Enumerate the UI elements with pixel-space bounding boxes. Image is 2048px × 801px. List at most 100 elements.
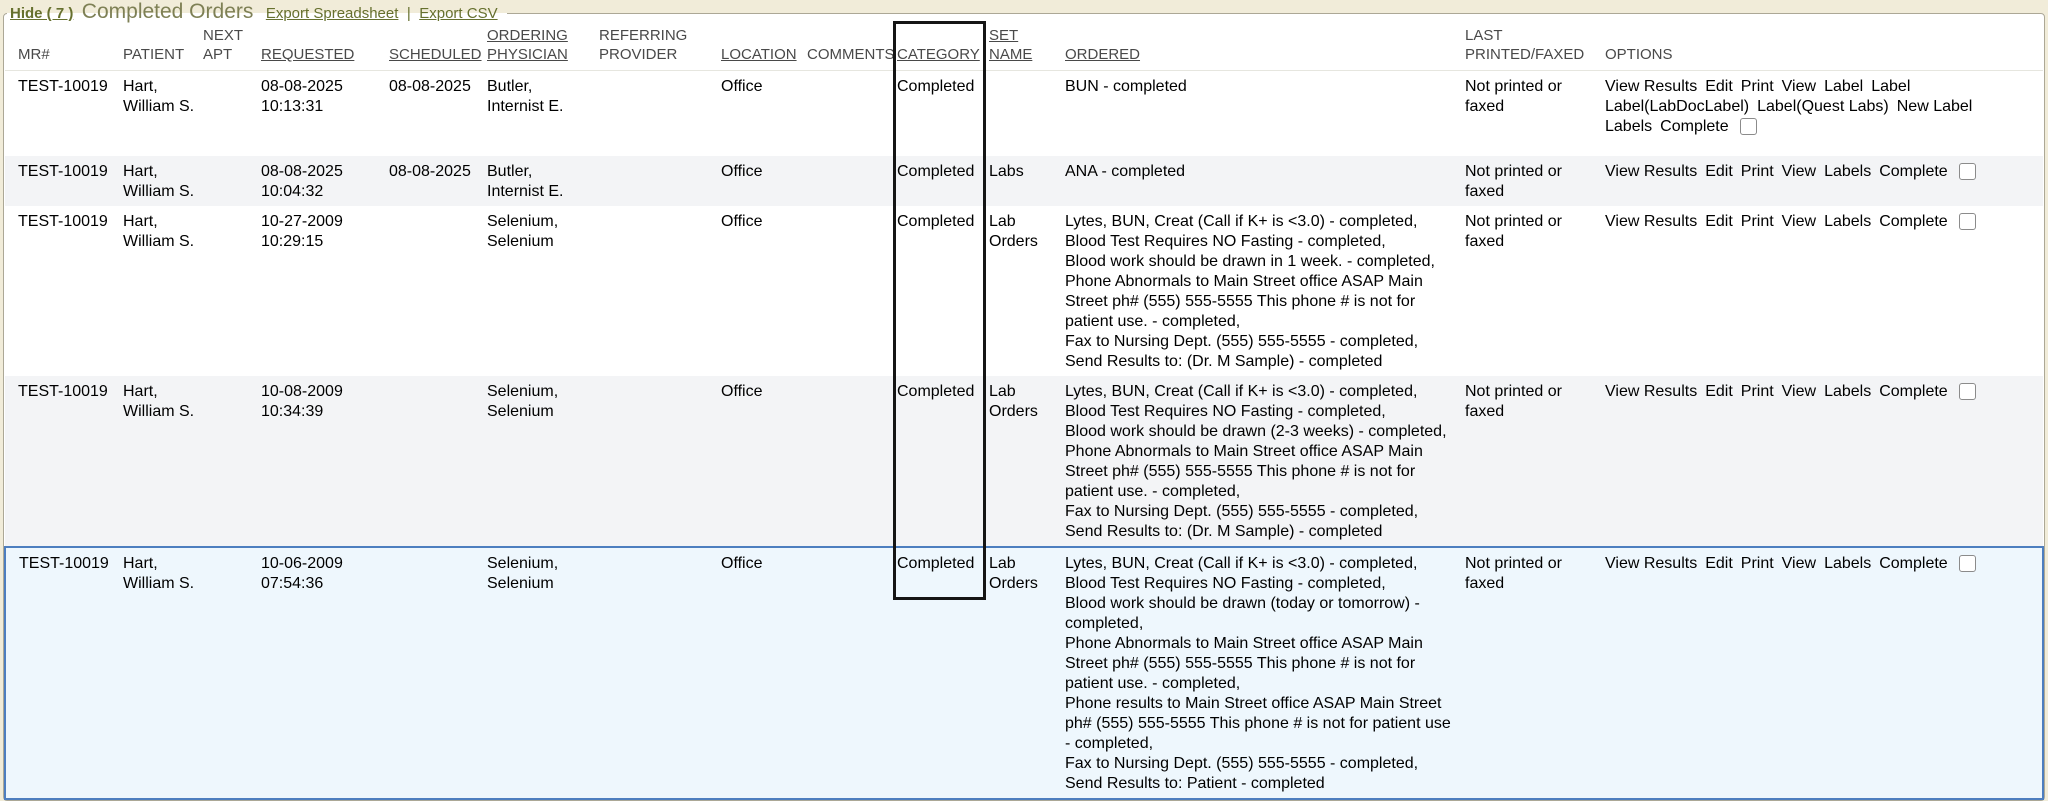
cell-comments xyxy=(807,206,897,376)
cell-ordering-physician: Butler, Internist E. xyxy=(487,156,599,206)
label-labdoclabel-link[interactable]: Label(LabDocLabel) xyxy=(1605,97,1749,117)
print-link[interactable]: Print xyxy=(1741,382,1774,402)
complete-checkbox[interactable] xyxy=(1959,383,1976,400)
cell-scheduled xyxy=(389,376,487,547)
cell-requested: 10-27-2009 10:29:15 xyxy=(261,206,389,376)
labels-link[interactable]: Labels xyxy=(1605,117,1652,137)
cell-next-apt xyxy=(203,71,261,156)
view-results-link[interactable]: View Results xyxy=(1605,162,1697,182)
export-spreadsheet-link[interactable]: Export Spreadsheet xyxy=(266,5,399,22)
col-location[interactable]: LOCATION xyxy=(721,24,807,71)
col-ordered[interactable]: ORDERED xyxy=(1065,24,1465,71)
edit-link[interactable]: Edit xyxy=(1705,382,1733,402)
completed-orders-legend: Hide ( 7 ) Completed Orders Export Sprea… xyxy=(7,2,507,24)
col-last-printed-faxed: LAST PRINTED/FAXED xyxy=(1465,24,1605,71)
col-options: OPTIONS xyxy=(1605,24,2043,71)
cell-options: View Results Edit Print View Labels Complete xyxy=(1605,206,2043,376)
view-link[interactable]: View xyxy=(1782,554,1816,574)
complete-checkbox[interactable] xyxy=(1740,118,1757,135)
view-results-link[interactable]: View Results xyxy=(1605,77,1697,97)
cell-requested: 08-08-2025 10:04:32 xyxy=(261,156,389,206)
cell-options: View Results Edit Print View Labels Complete xyxy=(1605,156,2043,206)
view-link[interactable]: View xyxy=(1782,382,1816,402)
cell-requested: 08-08-2025 10:13:31 xyxy=(261,71,389,156)
col-set-name[interactable]: SET NAME xyxy=(989,24,1065,71)
col-ordering-physician[interactable]: ORDERING PHYSICIAN xyxy=(487,24,599,71)
cell-last-printed-faxed: Not printed or faxed xyxy=(1465,376,1605,547)
cell-comments xyxy=(807,547,897,799)
cell-mr: TEST-10019 xyxy=(5,376,123,547)
view-link[interactable]: View xyxy=(1782,162,1816,182)
cell-category: Completed xyxy=(897,376,989,547)
label-link[interactable]: Label xyxy=(1871,77,1910,97)
col-patient: PATIENT xyxy=(123,24,203,71)
cell-requested: 10-08-2009 10:34:39 xyxy=(261,376,389,547)
view-link[interactable]: View xyxy=(1782,212,1816,232)
cell-referring-provider xyxy=(599,206,721,376)
header-row: MR#PATIENTNEXT APTREQUESTEDSCHEDULEDORDE… xyxy=(5,24,2043,71)
cell-set-name: Lab Orders xyxy=(989,547,1065,799)
cell-location: Office xyxy=(721,206,807,376)
complete-link[interactable]: Complete xyxy=(1879,162,1947,182)
cell-set-name xyxy=(989,71,1065,156)
print-link[interactable]: Print xyxy=(1741,212,1774,232)
new-label-link[interactable]: New Label xyxy=(1897,97,1973,117)
completed-orders-table: MR#PATIENTNEXT APTREQUESTEDSCHEDULEDORDE… xyxy=(4,24,2044,800)
cell-requested: 10-06-2009 07:54:36 xyxy=(261,547,389,799)
edit-link[interactable]: Edit xyxy=(1705,212,1733,232)
legend-separator: | xyxy=(407,5,411,22)
hide-link[interactable]: Hide ( 7 ) xyxy=(10,5,73,22)
view-results-link[interactable]: View Results xyxy=(1605,554,1697,574)
cell-last-printed-faxed: Not printed or faxed xyxy=(1465,71,1605,156)
edit-link[interactable]: Edit xyxy=(1705,77,1733,97)
cell-options: View Results Edit Print View Labels Complete xyxy=(1605,376,2043,547)
complete-link[interactable]: Complete xyxy=(1879,554,1947,574)
complete-link[interactable]: Complete xyxy=(1660,117,1728,137)
cell-next-apt xyxy=(203,547,261,799)
cell-mr: TEST-10019 xyxy=(5,206,123,376)
edit-link[interactable]: Edit xyxy=(1705,554,1733,574)
complete-checkbox[interactable] xyxy=(1959,163,1976,180)
labels-link[interactable]: Labels xyxy=(1824,162,1871,182)
col-mr: MR# xyxy=(5,24,123,71)
cell-scheduled xyxy=(389,547,487,799)
edit-link[interactable]: Edit xyxy=(1705,162,1733,182)
print-link[interactable]: Print xyxy=(1741,162,1774,182)
cell-comments xyxy=(807,156,897,206)
cell-ordering-physician: Selenium, Selenium xyxy=(487,376,599,547)
view-link[interactable]: View xyxy=(1782,77,1816,97)
complete-checkbox[interactable] xyxy=(1959,555,1976,572)
col-requested[interactable]: REQUESTED xyxy=(261,24,389,71)
view-results-link[interactable]: View Results xyxy=(1605,382,1697,402)
cell-ordered: Lytes, BUN, Creat (Call if K+ is <3.0) -… xyxy=(1065,206,1465,376)
order-row: TEST-10019Hart, William S. 10-08-2009 10:… xyxy=(5,376,2043,547)
view-results-link[interactable]: View Results xyxy=(1605,212,1697,232)
cell-ordered: Lytes, BUN, Creat (Call if K+ is <3.0) -… xyxy=(1065,547,1465,799)
print-link[interactable]: Print xyxy=(1741,77,1774,97)
cell-last-printed-faxed: Not printed or faxed xyxy=(1465,547,1605,799)
cell-ordered: BUN - completed xyxy=(1065,71,1465,156)
col-category[interactable]: CATEGORY xyxy=(897,24,989,71)
labels-link[interactable]: Labels xyxy=(1824,554,1871,574)
labels-link[interactable]: Labels xyxy=(1824,382,1871,402)
cell-comments xyxy=(807,71,897,156)
col-scheduled[interactable]: SCHEDULED xyxy=(389,24,487,71)
cell-patient: Hart, William S. xyxy=(123,376,203,547)
cell-ordered: Lytes, BUN, Creat (Call if K+ is <3.0) -… xyxy=(1065,376,1465,547)
cell-next-apt xyxy=(203,156,261,206)
label-link[interactable]: Label xyxy=(1824,77,1863,97)
cell-referring-provider xyxy=(599,547,721,799)
cell-set-name: Labs xyxy=(989,156,1065,206)
cell-category: Completed xyxy=(897,71,989,156)
label-quest-labs-link[interactable]: Label(Quest Labs) xyxy=(1757,97,1889,117)
complete-link[interactable]: Complete xyxy=(1879,382,1947,402)
complete-checkbox[interactable] xyxy=(1959,213,1976,230)
col-next-apt: NEXT APT xyxy=(203,24,261,71)
cell-ordering-physician: Selenium, Selenium xyxy=(487,547,599,799)
print-link[interactable]: Print xyxy=(1741,554,1774,574)
complete-link[interactable]: Complete xyxy=(1879,212,1947,232)
cell-category: Completed xyxy=(897,547,989,799)
labels-link[interactable]: Labels xyxy=(1824,212,1871,232)
export-csv-link[interactable]: Export CSV xyxy=(419,5,497,22)
cell-category: Completed xyxy=(897,206,989,376)
